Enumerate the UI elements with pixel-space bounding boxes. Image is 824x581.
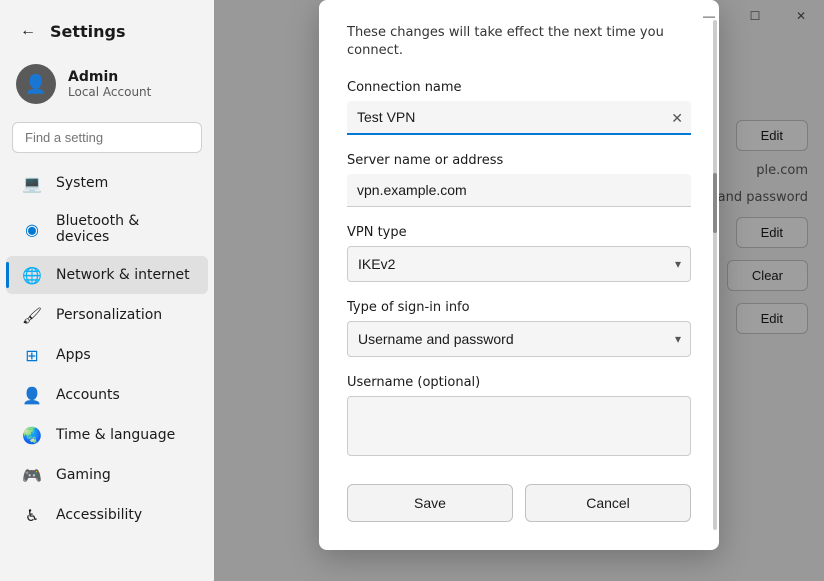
system-icon: 💻: [22, 173, 42, 193]
sidebar-item-label-gaming: Gaming: [56, 467, 111, 483]
main-content: — ☐ ✕ Edit ple.com e and password Edit C…: [214, 0, 824, 581]
vpn-type-wrapper: IKEv2 PPTP L2TP/IPsec with certificate S…: [347, 246, 691, 282]
sidebar-item-label-apps: Apps: [56, 347, 91, 363]
vpn-type-select[interactable]: IKEv2 PPTP L2TP/IPsec with certificate S…: [347, 246, 691, 282]
scrollbar-track[interactable]: [713, 20, 717, 530]
personalization-icon: 🖌: [22, 305, 42, 325]
window-controls: — ☐ ✕: [686, 0, 824, 32]
connection-name-input[interactable]: [347, 101, 691, 135]
connection-name-label: Connection name: [347, 80, 691, 95]
server-name-input[interactable]: [347, 174, 691, 207]
maximize-button[interactable]: ☐: [732, 0, 778, 32]
sidebar-item-time[interactable]: 🌏 Time & language: [6, 416, 208, 454]
signin-wrapper: Username and password Certificate One-ti…: [347, 321, 691, 357]
back-icon: ←: [20, 22, 36, 40]
avatar: 👤: [16, 64, 56, 104]
sidebar-item-label-accessibility: Accessibility: [56, 507, 142, 523]
sidebar-item-bluetooth[interactable]: ◉ Bluetooth & devices: [6, 204, 208, 254]
modal-overlay: These changes will take effect the next …: [214, 0, 824, 581]
sidebar-item-accessibility[interactable]: ♿ Accessibility: [6, 496, 208, 534]
sidebar-item-label-network: Network & internet: [56, 267, 190, 283]
accessibility-icon: ♿: [22, 505, 42, 525]
sidebar: ← Settings 👤 Admin Local Account 💻 Syste…: [0, 0, 214, 581]
sidebar-header: ← Settings: [0, 0, 214, 54]
sidebar-title: Settings: [50, 22, 126, 41]
user-name: Admin: [68, 69, 151, 85]
sidebar-item-gaming[interactable]: 🎮 Gaming: [6, 456, 208, 494]
modal-notice: These changes will take effect the next …: [347, 24, 691, 60]
avatar-icon: 👤: [25, 74, 47, 95]
server-name-label: Server name or address: [347, 153, 691, 168]
vpn-type-label: VPN type: [347, 225, 691, 240]
sidebar-item-label-system: System: [56, 175, 108, 191]
sidebar-item-system[interactable]: 💻 System: [6, 164, 208, 202]
signin-label: Type of sign-in info: [347, 300, 691, 315]
cancel-button[interactable]: Cancel: [525, 484, 691, 522]
sidebar-item-personalization[interactable]: 🖌 Personalization: [6, 296, 208, 334]
close-button[interactable]: ✕: [778, 0, 824, 32]
username-label: Username (optional): [347, 375, 691, 390]
sidebar-item-label-time: Time & language: [56, 427, 175, 443]
sidebar-item-label-bluetooth: Bluetooth & devices: [56, 213, 192, 245]
username-group: Username (optional): [347, 375, 691, 460]
network-icon: 🌐: [22, 265, 42, 285]
time-icon: 🌏: [22, 425, 42, 445]
user-section: 👤 Admin Local Account: [0, 54, 214, 118]
sidebar-item-label-personalization: Personalization: [56, 307, 162, 323]
vpn-type-group: VPN type IKEv2 PPTP L2TP/IPsec with cert…: [347, 225, 691, 282]
save-button[interactable]: Save: [347, 484, 513, 522]
sidebar-item-apps[interactable]: ⊞ Apps: [6, 336, 208, 374]
minimize-button[interactable]: —: [686, 0, 732, 32]
sidebar-item-label-accounts: Accounts: [56, 387, 120, 403]
vpn-modal: These changes will take effect the next …: [319, 0, 719, 550]
signin-group: Type of sign-in info Username and passwo…: [347, 300, 691, 357]
server-name-group: Server name or address: [347, 153, 691, 207]
user-info: Admin Local Account: [68, 69, 151, 99]
accounts-icon: 👤: [22, 385, 42, 405]
bluetooth-icon: ◉: [22, 219, 42, 239]
connection-name-group: Connection name ✕: [347, 80, 691, 135]
connection-name-wrapper: ✕: [347, 101, 691, 135]
search-input[interactable]: [12, 122, 202, 153]
sidebar-item-network[interactable]: 🌐 Network & internet: [6, 256, 208, 294]
connection-name-clear-icon[interactable]: ✕: [671, 110, 683, 127]
back-button[interactable]: ←: [16, 18, 40, 44]
username-input[interactable]: [347, 396, 691, 456]
modal-actions: Save Cancel: [347, 484, 691, 522]
apps-icon: ⊞: [22, 345, 42, 365]
sidebar-item-accounts[interactable]: 👤 Accounts: [6, 376, 208, 414]
scrollbar-thumb: [713, 173, 717, 233]
user-subtitle: Local Account: [68, 85, 151, 99]
gaming-icon: 🎮: [22, 465, 42, 485]
signin-select[interactable]: Username and password Certificate One-ti…: [347, 321, 691, 357]
